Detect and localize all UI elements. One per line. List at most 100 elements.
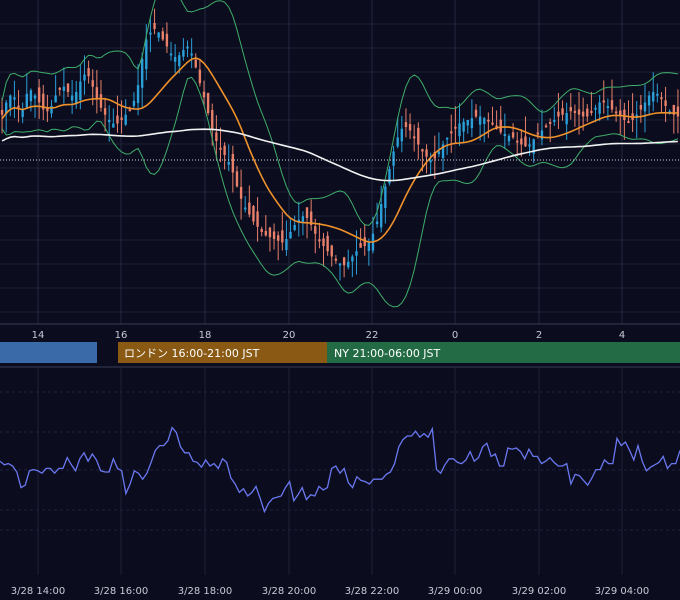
candle-body [355, 251, 358, 256]
candle-body [83, 74, 86, 81]
candle-body [396, 137, 399, 147]
price-x-tick-label: 0 [452, 330, 458, 341]
candle-body [392, 151, 395, 166]
candle-body [108, 120, 111, 123]
candle-body [120, 117, 123, 120]
candle-body [334, 258, 338, 261]
candle-body [25, 93, 28, 108]
candle-body [445, 137, 449, 140]
candle-body [437, 151, 441, 155]
candle-body [458, 123, 461, 137]
candle-body [511, 132, 515, 138]
candle-body [132, 100, 136, 107]
candle-body [256, 211, 259, 227]
candle-body [91, 80, 94, 87]
candle-body [561, 108, 564, 115]
candle-body [367, 242, 371, 251]
candle-body [326, 235, 329, 252]
price-x-tick-label: 22 [366, 330, 379, 341]
candle-body [289, 232, 292, 239]
candle-body [95, 87, 99, 99]
candle-body [13, 97, 16, 100]
candle-body [29, 90, 33, 102]
candle-body [400, 128, 404, 142]
candle-body [182, 50, 185, 57]
candle-body [268, 227, 272, 238]
candle-body [128, 109, 132, 112]
trading-chart[interactable]: 14 16 18 20 22 0 2 4 ロンドン 16:00-21:00 JST NY 21… [0, 0, 680, 600]
candle-body [318, 239, 321, 242]
candle-body [602, 100, 605, 103]
candle-body [149, 32, 152, 35]
candle-body [412, 136, 416, 139]
candle-body [581, 111, 585, 117]
oscillator-x-tick-label: 3/28 22:00 [345, 586, 399, 597]
candle-body [520, 138, 523, 145]
candle-body [586, 108, 589, 117]
candle-body [478, 116, 482, 125]
price-x-tick-label: 20 [283, 330, 296, 341]
oscillator-x-tick-label: 3/28 16:00 [94, 586, 148, 597]
candle-body [425, 149, 428, 157]
candle-body [330, 245, 333, 257]
candle-body [99, 94, 103, 108]
candle-body [623, 109, 626, 120]
candle-body [466, 120, 469, 126]
candle-body [206, 93, 210, 113]
candle-body [610, 100, 614, 110]
candle-body [272, 231, 276, 239]
candle-body [429, 160, 432, 163]
candle-body [351, 256, 354, 262]
candle-body [516, 140, 519, 143]
candle-body [606, 106, 610, 108]
candle-body [569, 107, 572, 112]
candle-body [627, 121, 630, 124]
price-x-tick-label: 16 [115, 330, 128, 341]
candle-body [528, 144, 531, 147]
price-x-tick-label: 4 [619, 330, 625, 341]
session-london-label: ロンドン 16:00-21:00 JST [124, 347, 260, 360]
candle-body [540, 130, 544, 140]
candle-body [157, 32, 160, 38]
candle-body [219, 147, 222, 150]
oscillator-x-tick-label: 3/29 04:00 [595, 586, 649, 597]
candle-body [656, 93, 659, 96]
candle-body [239, 186, 243, 199]
candle-body [124, 114, 127, 125]
candle-body [408, 123, 412, 131]
candle-body [153, 22, 156, 29]
candle-body [450, 131, 453, 134]
candle-body [462, 121, 465, 132]
candle-body [79, 81, 82, 100]
candle-body [454, 126, 457, 129]
oscillator-x-tick-label: 3/29 02:00 [512, 586, 566, 597]
candle-body [359, 242, 362, 248]
candle-body [380, 204, 383, 228]
candle-body [54, 95, 57, 103]
candle-body [165, 33, 169, 47]
candle-body [161, 31, 164, 40]
candle-body [9, 95, 12, 108]
candle-body [62, 86, 66, 91]
candle-body [314, 226, 317, 234]
price-x-tick-label: 2 [536, 330, 542, 341]
session-tokyo [0, 342, 97, 363]
candle-body [281, 230, 284, 243]
candle-body [544, 125, 548, 128]
candle-body [421, 149, 424, 152]
candle-body [676, 106, 680, 117]
candle-body [338, 263, 342, 266]
candle-body [565, 113, 568, 125]
candle-body [169, 53, 173, 56]
candle-body [248, 202, 251, 215]
candle-body [594, 107, 597, 110]
candle-body [223, 145, 226, 155]
candle-body [276, 235, 280, 241]
candle-body [75, 92, 78, 104]
candle-body [342, 257, 346, 266]
candle-body [252, 206, 255, 222]
candle-body [639, 104, 643, 110]
candle-body [347, 261, 350, 268]
candle-body [58, 87, 61, 90]
candle-body [404, 122, 408, 127]
